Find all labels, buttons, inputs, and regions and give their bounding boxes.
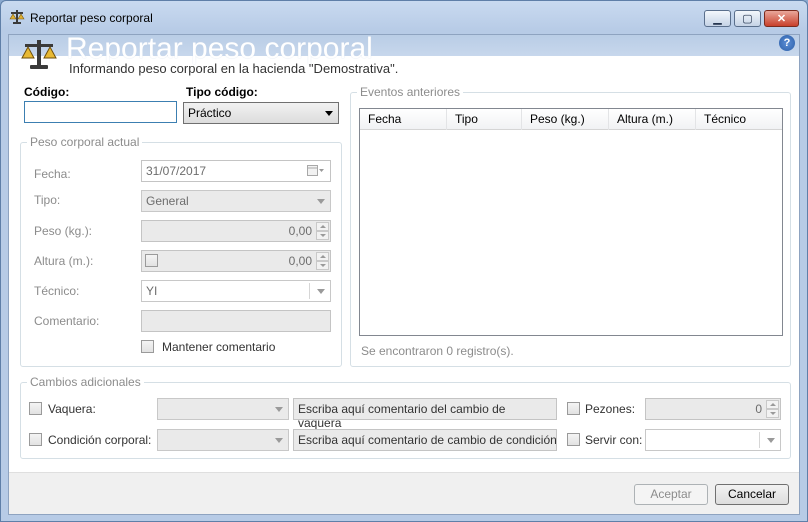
window-title: Reportar peso corporal xyxy=(30,11,153,25)
altura-checkbox[interactable] xyxy=(145,254,158,267)
altura-value: 0,00 xyxy=(288,254,312,268)
dialog-body: Reportar peso corporal ? Informando peso… xyxy=(8,32,800,515)
pezones-input[interactable]: 0 xyxy=(645,398,781,420)
spin-up-icon[interactable] xyxy=(316,222,329,231)
tipo-value: General xyxy=(146,194,189,208)
table-header: Fecha Tipo Peso (kg.) Altura (m.) Técnic… xyxy=(360,109,782,130)
help-icon[interactable]: ? xyxy=(779,35,795,51)
tecnico-label: Técnico: xyxy=(34,284,80,298)
tipo-label: Tipo: xyxy=(34,193,61,207)
chevron-down-icon xyxy=(275,407,283,412)
vaquera-comment-placeholder: Escriba aquí comentario del cambio de va… xyxy=(298,402,506,430)
chevron-down-icon xyxy=(767,438,775,443)
vaquera-label[interactable]: Vaquera: xyxy=(48,402,96,416)
peso-spinner[interactable] xyxy=(316,222,329,240)
peso-label: Peso (kg.): xyxy=(34,224,93,238)
peso-input[interactable]: 0,00 xyxy=(141,220,331,242)
comentario-input[interactable] xyxy=(141,310,331,332)
column-header[interactable]: Técnico xyxy=(696,109,782,130)
altura-input[interactable]: 0,00 xyxy=(141,250,331,272)
column-header[interactable]: Peso (kg.) xyxy=(522,109,609,130)
spin-down-icon[interactable] xyxy=(316,261,329,270)
chevron-down-icon xyxy=(317,289,325,294)
fecha-label: Fecha: xyxy=(34,167,71,181)
chevron-down-icon xyxy=(325,111,333,116)
vaquera-select[interactable] xyxy=(157,398,289,420)
fecha-picker[interactable]: 31/07/2017 xyxy=(141,160,331,182)
spin-up-icon[interactable] xyxy=(766,400,779,409)
tecnico-value: YI xyxy=(146,284,158,298)
subtitle: Informando peso corporal en la hacienda … xyxy=(69,61,399,76)
eventos-title: Eventos anteriores xyxy=(357,85,464,99)
close-button[interactable]: ✕ xyxy=(764,10,799,27)
fecha-value: 31/07/2017 xyxy=(146,164,207,178)
column-header[interactable]: Fecha xyxy=(360,109,447,130)
servir-select[interactable] xyxy=(645,429,781,451)
pezones-value: 0 xyxy=(755,402,762,416)
tecnico-select[interactable]: YI xyxy=(141,280,331,302)
scale-icon xyxy=(9,10,25,24)
pezones-checkbox[interactable] xyxy=(567,402,580,415)
pezones-label[interactable]: Pezones: xyxy=(585,402,635,416)
comentario-label: Comentario: xyxy=(34,314,100,328)
minimize-button[interactable]: ▁ xyxy=(704,10,731,27)
condicion-label[interactable]: Condición corporal: xyxy=(48,433,151,447)
aceptar-button[interactable]: Aceptar xyxy=(634,484,708,505)
tipo-codigo-value: Práctico xyxy=(188,106,232,120)
codigo-input[interactable] xyxy=(24,101,177,123)
eventos-table[interactable]: Fecha Tipo Peso (kg.) Altura (m.) Técnic… xyxy=(359,108,783,336)
altura-label: Altura (m.): xyxy=(34,254,94,268)
cancelar-button[interactable]: Cancelar xyxy=(715,484,789,505)
tipo-select[interactable]: General xyxy=(141,190,331,212)
servir-label[interactable]: Servir con: xyxy=(585,433,642,447)
peso-actual-title: Peso corporal actual xyxy=(27,135,143,149)
condicion-comment-placeholder: Escriba aquí comentario de cambio de con… xyxy=(298,433,557,447)
peso-actual-group: Peso corporal actual Fecha: 31/07/2017 T… xyxy=(20,135,342,367)
title-bar[interactable]: Reportar peso corporal ▁ ▢ ✕ xyxy=(1,1,807,35)
tipo-codigo-select[interactable]: Práctico xyxy=(183,102,339,124)
eventos-group: Eventos anteriores Fecha Tipo Peso (kg.)… xyxy=(350,85,791,367)
dialog-window: Reportar peso corporal ▁ ▢ ✕ Reportar pe… xyxy=(0,0,808,522)
servir-checkbox[interactable] xyxy=(567,433,580,446)
calendar-icon xyxy=(307,165,324,176)
chevron-down-icon xyxy=(275,438,283,443)
column-header[interactable]: Altura (m.) xyxy=(609,109,696,130)
mantener-label[interactable]: Mantener comentario xyxy=(162,340,275,354)
condicion-comment-input[interactable]: Escriba aquí comentario de cambio de con… xyxy=(293,429,557,451)
condicion-select[interactable] xyxy=(157,429,289,451)
spin-down-icon[interactable] xyxy=(316,231,329,240)
scale-icon xyxy=(21,40,57,69)
chevron-down-icon xyxy=(317,199,325,204)
vaquera-checkbox[interactable] xyxy=(29,402,42,415)
cambios-group: Cambios adicionales Vaquera: Escriba aqu… xyxy=(20,375,791,459)
eventos-status: Se encontraron 0 registro(s). xyxy=(361,344,514,358)
tipo-codigo-label: Tipo código: xyxy=(186,85,258,99)
spin-up-icon[interactable] xyxy=(316,252,329,261)
altura-spinner[interactable] xyxy=(316,252,329,270)
column-header[interactable]: Tipo xyxy=(447,109,522,130)
codigo-label: Código: xyxy=(24,85,70,99)
dialog-footer: Aceptar Cancelar xyxy=(9,472,799,514)
mantener-checkbox[interactable] xyxy=(141,340,154,353)
peso-value: 0,00 xyxy=(288,224,312,238)
vaquera-comment-input[interactable]: Escriba aquí comentario del cambio de va… xyxy=(293,398,557,430)
condicion-checkbox[interactable] xyxy=(29,433,42,446)
cambios-title: Cambios adicionales xyxy=(27,375,144,389)
maximize-button[interactable]: ▢ xyxy=(734,10,761,27)
pezones-spinner[interactable] xyxy=(766,400,779,418)
spin-down-icon[interactable] xyxy=(766,409,779,418)
